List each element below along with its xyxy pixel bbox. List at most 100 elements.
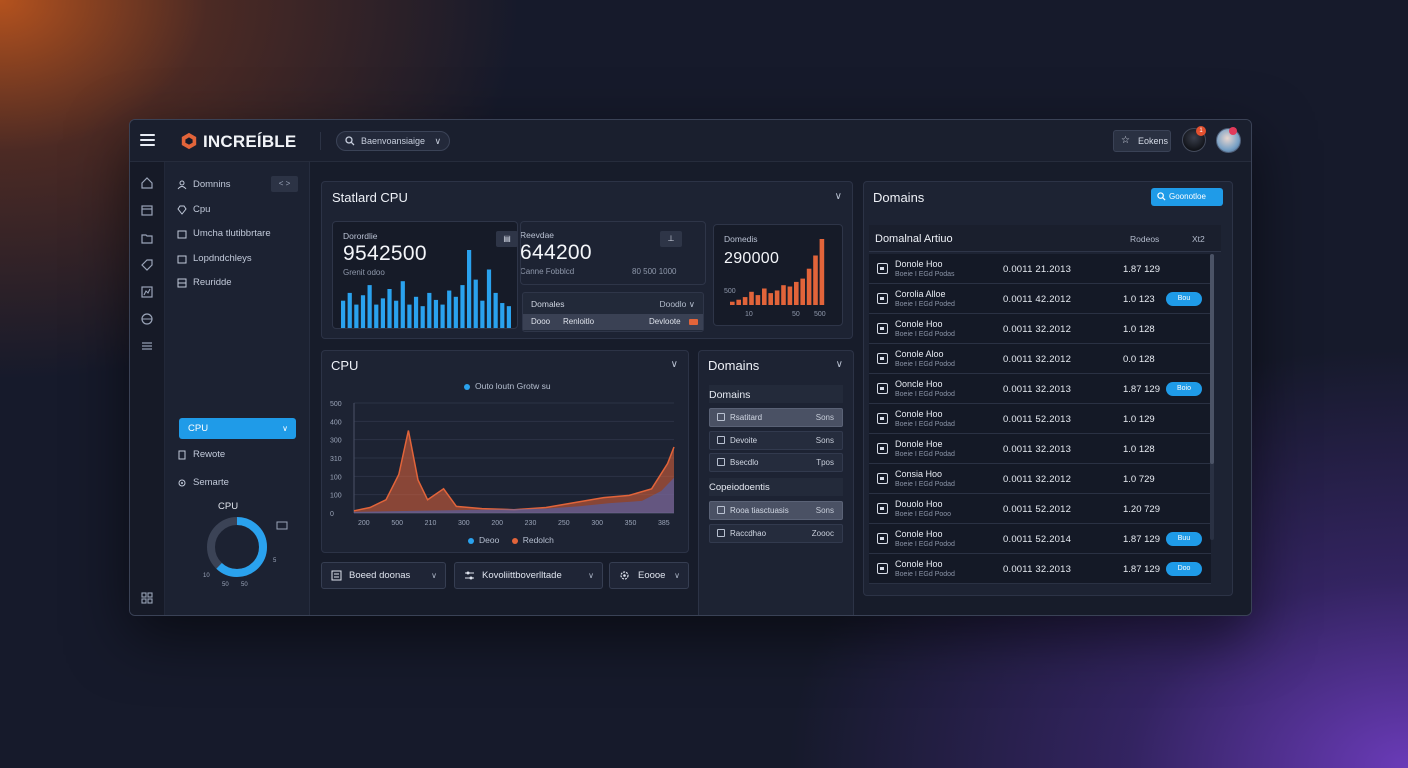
item-value: Tpos bbox=[816, 458, 834, 467]
domain-subtitle: Boeie I EGd Podod bbox=[895, 571, 955, 578]
mini-table-label: Domales bbox=[531, 299, 565, 309]
domain-metric: 1.0 128 bbox=[1123, 444, 1155, 455]
sidebar-item-5[interactable]: Reuridde bbox=[177, 274, 232, 292]
domains-table-panel: Domains Goonotloe Domalnal Artiuo Rodeos… bbox=[863, 181, 1233, 596]
column-header[interactable]: Xt2 bbox=[1192, 234, 1205, 244]
bar bbox=[394, 300, 399, 328]
bottom-button-1[interactable]: Boeed doonas ∨ bbox=[321, 562, 446, 589]
list-icon[interactable] bbox=[140, 339, 154, 353]
table-row[interactable]: Donole Hoe Boeie I EGd Podad 0.0011 32.201… bbox=[869, 434, 1211, 464]
calendar-icon[interactable] bbox=[140, 203, 154, 217]
folder-icon[interactable] bbox=[140, 231, 154, 245]
axis-tick: 500 bbox=[814, 311, 826, 318]
table-row[interactable]: Douolo Hoo Boeie I EGd Pooo 0.0011 52.2012… bbox=[869, 494, 1211, 524]
user-icon bbox=[177, 180, 187, 190]
sidebar-item-cpu[interactable]: Cpu bbox=[177, 201, 210, 219]
y-tick: 100 bbox=[330, 474, 342, 481]
chart-legend-top: Outo loutn Grotw su bbox=[464, 381, 551, 391]
domain-name: Consia Hoo bbox=[895, 469, 943, 479]
bottom-button-3[interactable]: Eoooe ∨ bbox=[609, 562, 689, 589]
column-header[interactable]: Rodeos bbox=[1130, 234, 1159, 244]
cpu-stats-panel: Statlard CPU ∨ Dorordlie 9542500 Grenit … bbox=[321, 181, 853, 339]
panel-title: Statlard CPU bbox=[332, 190, 408, 205]
checkbox-icon bbox=[717, 529, 725, 537]
stat-label: Dorordlie bbox=[343, 231, 378, 241]
bar bbox=[360, 295, 366, 328]
top-bar: INCREÍBLE Baenvoansiaige ∨ ☆ Eokens 1 bbox=[130, 120, 1251, 162]
chart-icon[interactable] bbox=[140, 285, 154, 299]
bar bbox=[347, 292, 352, 328]
donut-axis-label: 5 bbox=[273, 558, 277, 564]
table-row[interactable]: Consia Hoo Boeie I EGd Podad 0.0011 32.201… bbox=[869, 464, 1211, 494]
domain-item[interactable]: Raccdhao Zoooc bbox=[709, 524, 843, 543]
action-button[interactable]: Goonotloe bbox=[1151, 188, 1223, 206]
status-badge[interactable]: Bou bbox=[1166, 292, 1202, 306]
bar bbox=[774, 290, 780, 305]
bar bbox=[736, 299, 741, 305]
domain-item[interactable]: Rsatitard Sons bbox=[709, 408, 843, 427]
table-row[interactable]: Donole Hoo Boeie I EGd Podas 0.0011 21.201… bbox=[869, 254, 1211, 284]
mini-table-filter[interactable]: Doodlo ∨ bbox=[659, 299, 695, 310]
collapse-button[interactable]: < > bbox=[271, 176, 298, 192]
table-row[interactable]: Corolia Alloe Boeie I EGd Poded 0.0011 42.… bbox=[869, 284, 1211, 314]
table-row[interactable]: Ooncle Hoo Boeie I EGd Podod 0.0011 32.201… bbox=[869, 374, 1211, 404]
domain-value: 0.0011 32.2012 bbox=[1003, 474, 1072, 485]
menu-icon[interactable] bbox=[140, 134, 155, 146]
bar bbox=[493, 292, 498, 328]
workspace-selector[interactable]: Baenvoansiaige ∨ bbox=[336, 131, 451, 151]
sidebar-item-settings[interactable]: Semarte bbox=[177, 474, 229, 492]
scrollbar[interactable] bbox=[1210, 254, 1214, 540]
search-icon bbox=[1157, 192, 1166, 201]
table-row[interactable]: Conole Hoo Boeie I EGd Podad 0.0011 52.201… bbox=[869, 404, 1211, 434]
status-swatch bbox=[689, 319, 698, 325]
chevron-down-icon[interactable]: ∨ bbox=[836, 359, 843, 370]
bar bbox=[813, 255, 818, 305]
cpu-donut-chart: 5 10 50 50 bbox=[203, 517, 288, 588]
table-row[interactable]: Conole Hoo Boeie I EGd Podod 0.0011 32.201… bbox=[869, 314, 1211, 344]
scrollbar-thumb[interactable] bbox=[1210, 254, 1214, 464]
x-tick: 300 bbox=[591, 520, 603, 527]
notification-badge: 1 bbox=[1196, 126, 1206, 136]
home-icon[interactable] bbox=[140, 176, 154, 190]
bar bbox=[354, 304, 359, 328]
sidebar-item-remote[interactable]: Rewote bbox=[177, 446, 225, 464]
domain-value: 0.0011 52.2012 bbox=[1003, 504, 1072, 515]
bar bbox=[440, 304, 445, 328]
mini-table-row[interactable]: Dooo Renloitlo Devloote bbox=[523, 314, 703, 330]
table-row[interactable]: Conole Hoo Boeie I EGd Podod 0.0011 32.201… bbox=[869, 554, 1211, 584]
tokens-button[interactable]: ☆ Eokens bbox=[1113, 130, 1171, 152]
item-label: Bsecdlo bbox=[730, 458, 759, 467]
sidebar-item-4[interactable]: Lopdndchleys bbox=[177, 250, 252, 268]
bar bbox=[400, 281, 405, 328]
bar bbox=[787, 286, 793, 305]
settings-icon bbox=[331, 570, 342, 581]
sidebar-item-3[interactable]: Umcha tlutibbrtare bbox=[177, 225, 271, 243]
globe-icon[interactable] bbox=[140, 312, 154, 326]
stat-card-1: Dorordlie 9542500 Grenit odoo ▤ bbox=[332, 221, 518, 329]
domain-value: 0.0011 21.2013 bbox=[1003, 264, 1072, 275]
domain-item[interactable]: Rooa tiasctuasis Sons bbox=[709, 501, 843, 520]
tokens-label: Eokens bbox=[1138, 136, 1169, 146]
domain-subtitle: Boeie I EGd Pooo bbox=[895, 511, 952, 518]
tag-icon[interactable] bbox=[140, 258, 154, 272]
bar bbox=[806, 268, 812, 305]
item-value: Zoooc bbox=[811, 529, 834, 538]
legend-dot bbox=[511, 537, 518, 544]
sidebar-item-cpu-active[interactable]: CPU ∨ bbox=[179, 418, 296, 439]
table-row[interactable]: Conole Aloo Boeie I EGd Podod 0.0011 32.20… bbox=[869, 344, 1211, 374]
status-badge[interactable]: Doo bbox=[1166, 562, 1202, 576]
domain-item[interactable]: Devoite Sons bbox=[709, 431, 843, 450]
status-badge[interactable]: Boio bbox=[1166, 382, 1202, 396]
item-label: Devoite bbox=[730, 436, 758, 445]
bottom-button-2[interactable]: Kovoliittboverlltade ∨ bbox=[454, 562, 603, 589]
status-badge[interactable]: Buu bbox=[1166, 532, 1202, 546]
chevron-down-icon[interactable]: ∨ bbox=[671, 359, 678, 370]
sidebar-item-domains[interactable]: Domnins bbox=[177, 176, 231, 194]
table-row[interactable]: Conole Hoo Boeie I EGd Podod 0.0011 52.201… bbox=[869, 524, 1211, 554]
apps-icon[interactable] bbox=[140, 591, 154, 605]
domain-item[interactable]: Bsecdlo Tpos bbox=[709, 453, 843, 472]
bar bbox=[486, 269, 492, 328]
chevron-down-icon[interactable]: ∨ bbox=[835, 191, 842, 202]
y-tick: 300 bbox=[330, 438, 342, 445]
domain-subtitle: Boeie I EGd Podod bbox=[895, 361, 955, 368]
